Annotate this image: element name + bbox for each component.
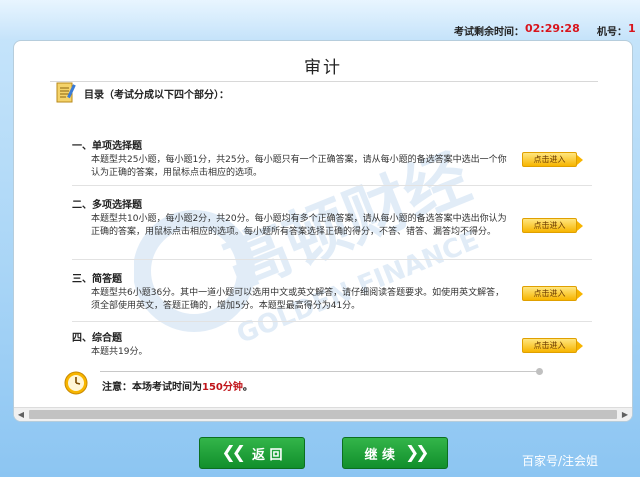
enter-short-answer-button[interactable]: 点击进入 — [522, 286, 583, 301]
section-title: 三、简答题 — [72, 274, 122, 285]
page-title: 审计 — [304, 58, 342, 78]
machine-number-value: 1 — [628, 22, 636, 35]
top-status-bar: 考试剩余时间： 02:29:28 机号： 1 — [0, 0, 640, 40]
enter-multiple-choice-button[interactable]: 点击进入 — [522, 218, 583, 233]
section-description: 本题型共10小题，每小题2分，共20分。每小题均有多个正确答案，请从每小题的备选… — [91, 214, 507, 237]
enter-single-choice-button[interactable]: 点击进入 — [522, 152, 583, 167]
section-divider — [72, 321, 592, 322]
section-single-choice: 一、单项选择题 本题型共25小题，每小题1分，共25分。每小题只有一个正确答案，… — [72, 137, 592, 180]
clock-icon — [64, 371, 88, 395]
scrollbar-thumb[interactable] — [29, 410, 617, 419]
timer-value: 02:29:28 — [525, 22, 580, 35]
notice-suffix: 。 — [242, 382, 253, 393]
notice-duration: 150分钟 — [202, 382, 243, 393]
title-divider — [50, 81, 598, 82]
section-title: 四、综合题 — [72, 333, 122, 344]
back-button[interactable]: ❮❮ 返 回 — [199, 437, 305, 469]
enter-comprehensive-button[interactable]: 点击进入 — [522, 338, 583, 353]
section-multiple-choice: 二、多项选择题 本题型共10小题，每小题2分，共20分。每小题均有多个正确答案，… — [72, 196, 592, 239]
document-icon — [56, 82, 76, 103]
section-comprehensive: 四、综合题 本题共19分。 — [72, 329, 592, 359]
section-short-answer: 三、简答题 本题型共6小题36分。其中一道小题可以选用中文或英文解答，请仔细阅读… — [72, 270, 592, 313]
scroll-left-arrow-icon[interactable]: ◀ — [14, 408, 28, 421]
source-watermark-text: 百家号/注会姐 — [522, 454, 599, 468]
exam-overview-panel: 高顿财经 GOLDEN FINANCE 审计 目录（考试分成以下四个部分）： 一… — [13, 40, 633, 422]
section-description: 本题型共6小题36分。其中一道小题可以选用中文或英文解答，请仔细阅读答题要求。如… — [91, 288, 505, 311]
section-title: 二、多项选择题 — [72, 200, 142, 211]
section-divider — [72, 259, 592, 260]
continue-button-label: 继 续 — [364, 447, 396, 463]
double-chevron-right-icon: ❯❯ — [405, 443, 429, 463]
double-chevron-left-icon: ❮❮ — [221, 443, 245, 463]
section-divider — [72, 185, 592, 186]
exam-duration-notice: 注意：本场考试时间为150分钟。 — [102, 378, 253, 393]
notice-divider — [100, 371, 540, 372]
back-button-label: 返 回 — [251, 447, 283, 463]
continue-button[interactable]: 继 续 ❯❯ — [342, 437, 448, 469]
notice-prefix: 注意：本场考试时间为 — [102, 382, 202, 393]
section-description: 本题共19分。 — [91, 347, 148, 357]
section-title: 一、单项选择题 — [72, 141, 142, 152]
scroll-right-arrow-icon[interactable]: ▶ — [618, 408, 632, 421]
machine-number-label: 机号： — [597, 27, 627, 38]
toc-heading: 目录（考试分成以下四个部分）： — [84, 90, 229, 101]
timer-label: 考试剩余时间： — [454, 27, 524, 38]
section-description: 本题型共25小题，每小题1分，共25分。每小题只有一个正确答案，请从每小题的备选… — [91, 155, 507, 178]
horizontal-scrollbar[interactable]: ◀ ▶ — [14, 407, 632, 421]
notice-divider-end-dot — [536, 368, 543, 375]
